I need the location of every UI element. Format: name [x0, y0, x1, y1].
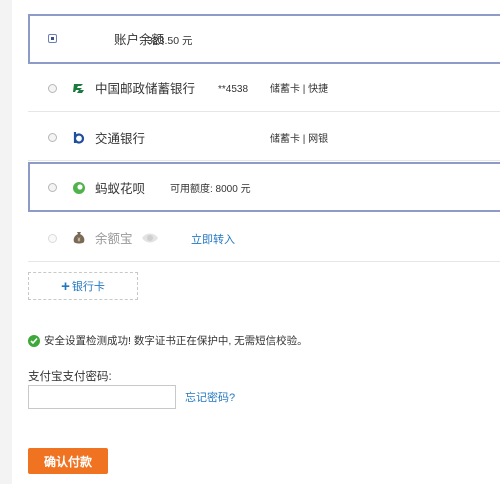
bocom-card-type: 储蓄卡 | 网银: [270, 134, 329, 145]
payment-option-bocom[interactable]: 交通银行 储蓄卡 | 网银: [28, 113, 500, 161]
svg-text:¥: ¥: [77, 238, 80, 244]
payment-option-balance[interactable]: 账户余额 323.50 元: [28, 14, 500, 64]
balance-amount: 323.50 元: [147, 35, 193, 47]
psbc-bank-icon: [72, 81, 86, 95]
check-circle-icon: [28, 334, 40, 347]
left-edge-strip: [0, 0, 12, 484]
option-radio: [48, 234, 57, 243]
psbc-name: 中国邮政储蓄银行: [95, 82, 196, 96]
password-input[interactable]: [28, 385, 176, 409]
transfer-in-link[interactable]: 立即转入: [191, 232, 235, 248]
huabei-icon: [72, 181, 86, 195]
option-radio[interactable]: [48, 133, 57, 142]
confirm-payment-button[interactable]: 确认付款: [28, 448, 108, 474]
psbc-card-type: 储蓄卡 | 快捷: [270, 84, 329, 95]
add-bank-card-button[interactable]: + 银行卡: [28, 272, 138, 300]
option-checkbox[interactable]: [48, 34, 57, 43]
huabei-name: 蚂蚁花呗: [95, 182, 146, 196]
option-radio[interactable]: [48, 84, 57, 93]
money-bag-icon: ¥: [72, 231, 86, 245]
bocom-bank-icon: [72, 131, 86, 145]
psbc-card-number: **4538: [218, 84, 249, 95]
eye-icon[interactable]: [141, 231, 159, 245]
security-notice-text: 安全设置检测成功! 数字证书正在保护中, 无需短信校验。: [44, 335, 308, 347]
payment-option-yuebao: ¥ 余额宝 立即转入: [28, 214, 500, 262]
huabei-credit: 可用额度: 8000 元: [170, 184, 251, 195]
forgot-password-link[interactable]: 忘记密码?: [185, 390, 235, 406]
bocom-name: 交通银行: [95, 132, 146, 146]
add-card-label: 银行卡: [71, 281, 105, 293]
payment-option-psbc[interactable]: 中国邮政储蓄银行 **4538 储蓄卡 | 快捷: [28, 64, 500, 112]
option-radio[interactable]: [48, 183, 57, 192]
security-notice: 安全设置检测成功! 数字证书正在保护中, 无需短信校验。: [28, 333, 308, 348]
yuebao-name: 余额宝: [95, 232, 133, 246]
password-label: 支付宝支付密码:: [28, 371, 112, 383]
payment-option-huabei[interactable]: 蚂蚁花呗 可用额度: 8000 元: [28, 162, 500, 212]
plus-icon: +: [61, 277, 70, 295]
